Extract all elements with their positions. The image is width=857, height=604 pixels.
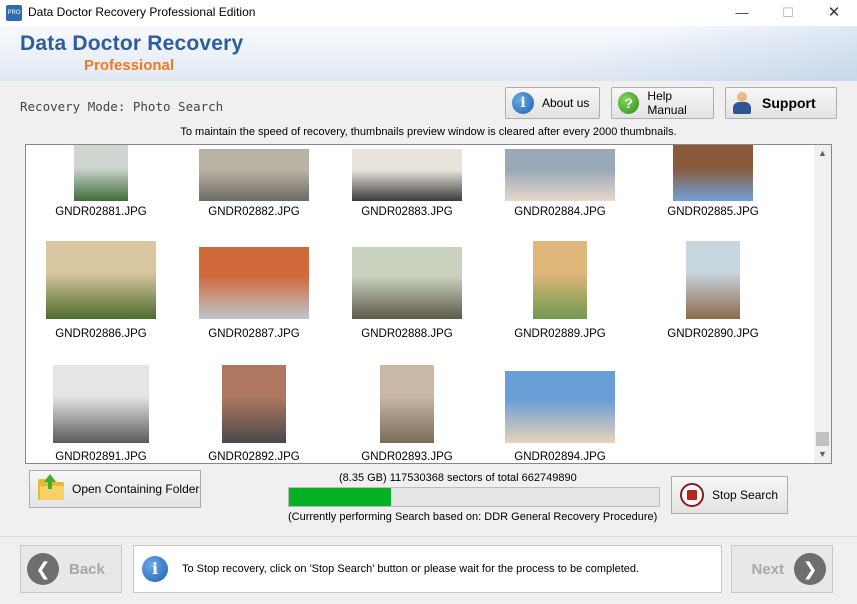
maximize-button[interactable]: ☐ xyxy=(765,0,811,26)
back-button[interactable]: ❮ Back xyxy=(20,545,122,593)
thumbnail-filename: GNDR02890.JPG xyxy=(667,328,759,340)
stop-search-button[interactable]: Stop Search xyxy=(671,476,788,514)
window-title: Data Doctor Recovery Professional Editio… xyxy=(28,5,256,19)
support-label: Support xyxy=(762,95,816,111)
thumbnail-item[interactable]: GNDR02891.JPG xyxy=(26,145,176,463)
info-icon: i xyxy=(142,556,168,582)
arrow-right-icon: ❯ xyxy=(794,553,826,585)
procedure-status: (Currently performing Search based on: D… xyxy=(288,511,658,523)
thumbnail-filename: GNDR02889.JPG xyxy=(514,328,606,340)
next-button[interactable]: Next ❯ xyxy=(731,545,833,593)
support-button[interactable]: Support xyxy=(725,87,837,119)
thumbnail-item[interactable]: GNDR02892.JPG xyxy=(179,145,329,463)
header-decoration xyxy=(437,26,857,81)
vertical-scrollbar[interactable]: ▲ ▼ xyxy=(814,145,831,463)
progress-panel: Open Containing Folder (8.35 GB) 1175303… xyxy=(25,466,839,528)
thumbnail-filename: GNDR02893.JPG xyxy=(361,451,453,463)
about-us-button[interactable]: i About us xyxy=(505,87,600,119)
title-bar: PRO Data Doctor Recovery Professional Ed… xyxy=(0,0,857,26)
help-manual-label: Help Manual xyxy=(647,89,687,117)
arrow-left-icon: ❮ xyxy=(27,553,59,585)
scroll-up-icon[interactable]: ▲ xyxy=(814,145,831,162)
thumbnail-image[interactable] xyxy=(53,365,149,443)
next-label: Next xyxy=(751,560,784,578)
thumbnail-image[interactable] xyxy=(505,371,615,443)
thumbnail-filename: GNDR02886.JPG xyxy=(55,328,147,340)
status-message: To Stop recovery, click on 'Stop Search'… xyxy=(182,563,640,575)
thumbnail-item[interactable]: GNDR02893.JPG xyxy=(332,145,482,463)
stop-search-label: Stop Search xyxy=(712,488,779,502)
mode-bar: Recovery Mode: Photo Search i About us ?… xyxy=(0,81,857,125)
thumbnail-item[interactable]: GNDR02890.JPG xyxy=(638,145,788,340)
status-message-box: i To Stop recovery, click on 'Stop Searc… xyxy=(133,545,722,593)
folder-icon xyxy=(38,474,64,500)
close-button[interactable]: ✕ xyxy=(811,0,857,26)
back-label: Back xyxy=(69,560,105,578)
thumbnail-notice: To maintain the speed of recovery, thumb… xyxy=(180,126,677,138)
progress-fill xyxy=(289,488,392,506)
stop-icon xyxy=(680,483,704,507)
app-icon: PRO xyxy=(6,5,22,21)
brand-title: Data Doctor Recovery xyxy=(20,32,244,55)
support-person-icon xyxy=(732,91,752,115)
help-manual-button[interactable]: ? Help Manual xyxy=(611,87,714,119)
thumbnail-grid: GNDR02881.JPG GNDR02882.JPG GNDR02883.JPG G… xyxy=(26,145,816,463)
sector-status: (8.35 GB) 117530368 sectors of total 662… xyxy=(339,472,577,484)
thumbnail-filename: GNDR02888.JPG xyxy=(361,328,453,340)
question-icon: ? xyxy=(618,92,640,114)
scrollbar-thumb[interactable] xyxy=(816,432,829,446)
thumbnail-gallery[interactable]: GNDR02881.JPG GNDR02882.JPG GNDR02883.JPG G… xyxy=(25,144,832,464)
scroll-down-icon[interactable]: ▼ xyxy=(814,446,831,463)
thumbnail-image[interactable] xyxy=(222,365,286,443)
header-banner: Data Doctor Recovery Professional xyxy=(0,26,857,81)
thumbnail-filename: GNDR02894.JPG xyxy=(514,451,606,463)
thumbnail-item[interactable]: GNDR02894.JPG xyxy=(485,145,635,463)
footer-bar: ❮ Back i To Stop recovery, click on 'Sto… xyxy=(0,536,857,604)
about-us-label: About us xyxy=(542,96,590,110)
recovery-mode-label: Recovery Mode: Photo Search xyxy=(20,99,224,114)
thumbnail-image[interactable] xyxy=(380,365,434,443)
recovery-progress-bar xyxy=(288,487,660,507)
open-containing-folder-button[interactable]: Open Containing Folder xyxy=(29,470,201,508)
thumbnail-filename: GNDR02887.JPG xyxy=(208,328,300,340)
thumbnail-image[interactable] xyxy=(686,241,740,319)
thumbnail-filename: GNDR02892.JPG xyxy=(208,451,300,463)
minimize-button[interactable]: — xyxy=(719,0,765,26)
open-folder-label: Open Containing Folder xyxy=(72,482,200,496)
info-icon: i xyxy=(512,92,534,114)
brand-subtitle: Professional xyxy=(84,57,175,74)
thumbnail-filename: GNDR02891.JPG xyxy=(55,451,147,463)
